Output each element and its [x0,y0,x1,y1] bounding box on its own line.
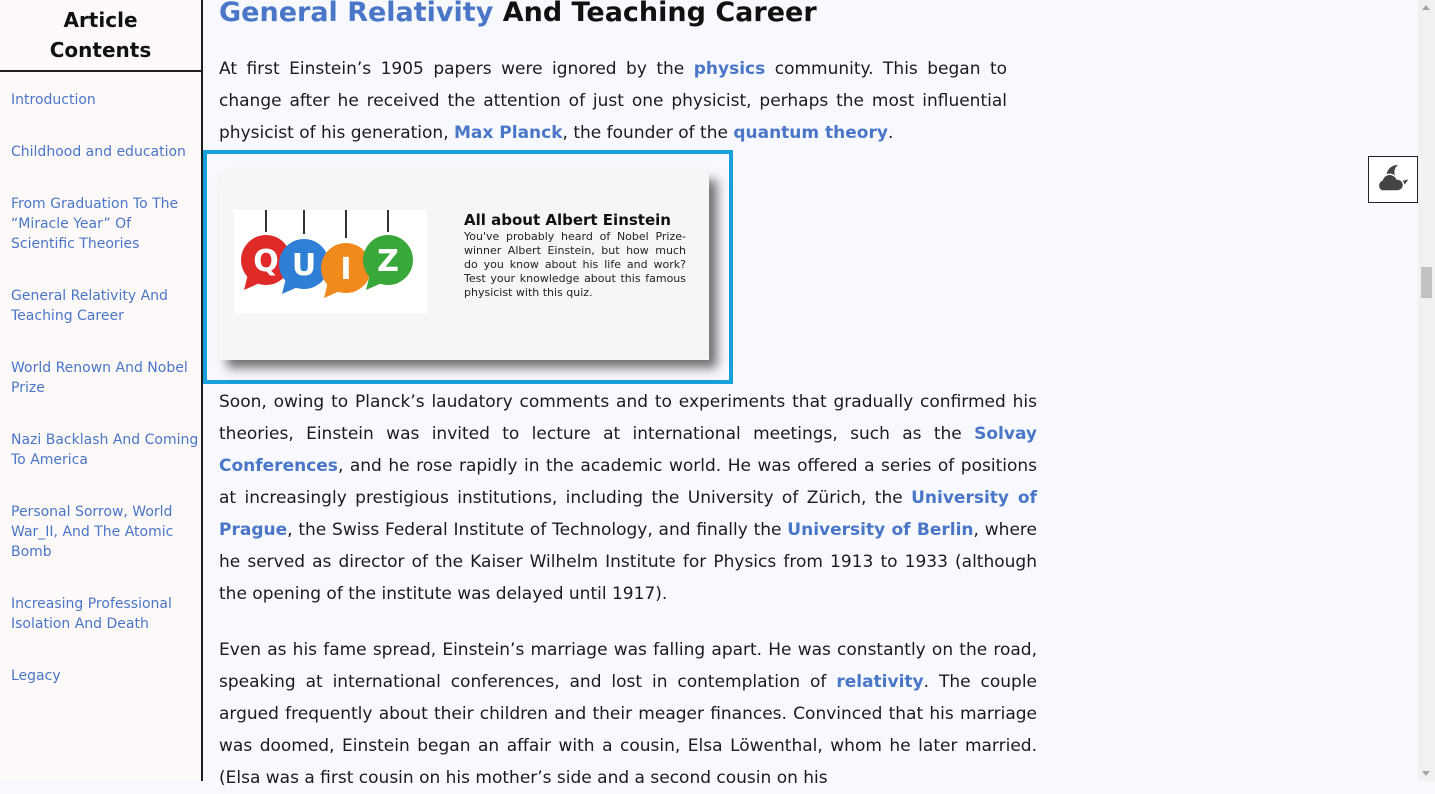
svg-text:I: I [340,252,351,287]
scroll-up-arrow-icon[interactable] [1422,5,1430,10]
paragraph-3: Even as his fame spread, Einstein’s marr… [219,634,1037,794]
toc-item-miracle-year[interactable]: From Graduation To The “Miracle Year” Of… [11,194,199,254]
text: , the Swiss Federal Institute of Technol… [287,520,788,540]
svg-text:Z: Z [377,244,399,279]
link-relativity[interactable]: relativity [836,672,923,692]
link-university-of-berlin[interactable]: University of Berlin [787,520,973,540]
text: Soon, owing to Planck’s laudatory commen… [219,392,1037,444]
link-quantum-theory[interactable]: quantum theory [733,123,888,143]
quiz-bubble-i: I [321,243,371,298]
quiz-card[interactable]: QUIZ All about Albert Einstein You've pr… [219,172,709,360]
scroll-down-arrow-icon[interactable] [1422,771,1430,776]
svg-text:Q: Q [253,244,279,279]
toc-item-childhood[interactable]: Childhood and education [11,142,199,162]
heading-text: And Teaching Career [493,0,817,28]
link-max-planck[interactable]: Max Planck [454,123,563,143]
text: , the founder of the [562,123,734,143]
quiz-promo-frame: QUIZ All about Albert Einstein You've pr… [203,150,733,384]
quiz-description: You've probably heard of Nobel Prize-win… [464,230,686,299]
toc-item-isolation-death[interactable]: Increasing Professional Isolation And De… [11,594,199,634]
heading-link[interactable]: General Relativity [219,0,493,28]
scrollbar-thumb[interactable] [1421,267,1432,298]
paragraph-1: At first Einstein’s 1905 papers were ign… [219,53,1007,149]
toc-item-nobel-prize[interactable]: World Renown And Nobel Prize [11,358,199,398]
quiz-bubble-z: Z [363,235,413,290]
toc-item-introduction[interactable]: Introduction [11,90,199,110]
page-scrollbar[interactable] [1418,0,1435,781]
quiz-image: QUIZ [234,210,427,313]
text: At first Einstein’s 1905 papers were ign… [219,59,694,79]
toc-item-nazi-backlash[interactable]: Nazi Backlash And Coming To America [11,430,199,470]
quiz-title: All about Albert Einstein [464,211,671,229]
svg-text:U: U [292,248,316,283]
toc-title: Article Contents [0,0,201,72]
toc-item-legacy[interactable]: Legacy [11,666,199,686]
paragraph-2: Soon, owing to Planck’s laudatory commen… [219,386,1037,610]
theme-toggle-button[interactable] [1368,156,1418,203]
table-of-contents-sidebar: Article Contents Introduction Childhood … [0,0,203,781]
quiz-text: All about Albert Einstein You've probabl… [464,210,686,300]
toc-item-general-relativity[interactable]: General Relativity And Teaching Career [11,286,199,326]
section-heading: General Relativity And Teaching Career [219,0,817,33]
link-physics[interactable]: physics [694,59,766,79]
toc-item-world-war-ii[interactable]: Personal Sorrow, World War_II, And The A… [11,502,199,562]
text: . [887,123,894,143]
moon-cloud-icon [1376,163,1410,197]
